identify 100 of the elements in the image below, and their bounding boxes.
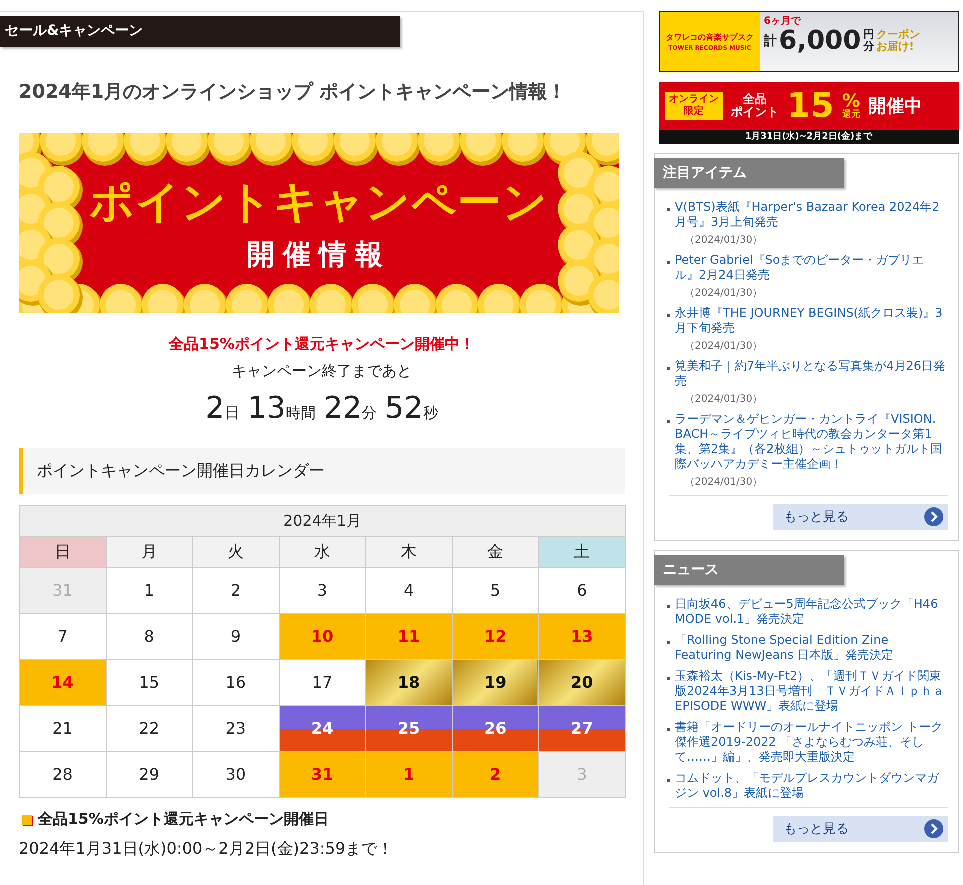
news-link[interactable]: Peter Gabriel『Soまでのピーター・ガブリエル』2月24日発売 [675, 253, 948, 283]
calendar-day: 28 [20, 752, 106, 798]
news-link[interactable]: V(BTS)表紙『Harper's Bazaar Korea 2024年2月号』3月上旬発売 [675, 200, 948, 230]
panel-title: ニュース [654, 555, 844, 585]
period-text: 2024年1月31日(水)0:00～2月2日(金)23:59まで！ [19, 839, 395, 860]
calendar-day: 14 [20, 660, 106, 706]
weekday-header: 水 [279, 536, 366, 568]
calendar-day: 31 [20, 568, 106, 614]
countdown-unit: 時間 [286, 404, 316, 423]
news-link[interactable]: 「Rolling Stone Special Edition Zine Featuring NewJeans 日本版」発売決定 [675, 633, 948, 663]
banner-brand: タワレコの音楽サブスク [666, 32, 754, 42]
weekday-header: 日 [20, 536, 106, 568]
bullet-icon [667, 728, 670, 731]
calendar-day: 8 [106, 614, 193, 660]
calendar-heading: ポイントキャンペーン開催日カレンダー [19, 448, 625, 494]
countdown-unit: 秒 [423, 404, 438, 423]
bullet-icon [667, 208, 670, 211]
calendar-day: 18 [366, 660, 452, 706]
section-header: セール&キャンペーン [0, 16, 400, 47]
calendar-day: 12 [452, 614, 539, 660]
banner-headline: ポイントキャンペーン [90, 176, 548, 230]
countdown-number: 52 [385, 391, 424, 426]
campaign-notice: 全品15%ポイント還元キャンペーン開催中！ [169, 335, 475, 354]
banner-text: お届け! [876, 41, 916, 53]
calendar-day: 6 [538, 568, 626, 614]
countdown-number: 2 [206, 391, 225, 426]
countdown-number: 22 [324, 391, 362, 426]
calendar-day: 13 [538, 614, 626, 660]
banner-tail: 開催中 [868, 95, 922, 118]
calendar-day: 23 [192, 706, 280, 752]
calendar-day: 29 [106, 752, 193, 798]
banner-prefix: 計 [764, 32, 777, 50]
calendar-day: 1 [366, 752, 452, 798]
page-title: 2024年1月のオンラインショップ ポイントキャンペーン情報！ [19, 80, 568, 105]
countdown-unit: 日 [224, 404, 240, 423]
item-date: （2024/01/30） [685, 340, 764, 353]
bullet-icon [667, 779, 670, 782]
item-date: （2024/01/30） [685, 476, 764, 489]
more-button[interactable]: もっと見る [773, 504, 948, 530]
bullet-icon [667, 314, 670, 317]
period-heading: 全品15%ポイント還元キャンペーン開催日 [38, 810, 329, 829]
calendar-day: 31 [279, 752, 366, 798]
calendar-day: 4 [366, 568, 452, 614]
weekday-header: 土 [538, 536, 626, 568]
banner-period: 1月31日(水)~2月2日(金)まで [659, 130, 959, 144]
bullet-icon [667, 261, 670, 264]
tag-text: 限定 [684, 106, 704, 118]
news-link[interactable]: コムドット、「モデルプレスカウントダウンマガジン vol.8」表紙に登場 [675, 771, 948, 801]
panel-title: 注目アイテム [654, 158, 844, 188]
bullet-icon [667, 367, 670, 370]
calendar-day: 21 [20, 706, 106, 752]
banner-unit: 円 [863, 29, 874, 41]
news-link[interactable]: 書籍「オードリーのオールナイトニッポン トーク傑作選2019-2022 「さよならむつみ荘、そして……」編」、発売即大重版決定 [675, 720, 948, 765]
weekday-header: 金 [452, 536, 539, 568]
calendar-day: 7 [20, 614, 106, 660]
banner-text: ポイント [731, 106, 779, 120]
countdown-unit: 分 [362, 404, 378, 423]
banner-text: 全品 [743, 92, 767, 106]
item-date: （2024/01/30） [685, 234, 764, 247]
countdown-number: 13 [248, 391, 286, 426]
news-link[interactable]: 永井博『THE JOURNEY BEGINS(紙クロス装)』3月下旬発売 [675, 306, 948, 336]
calendar-day: 22 [106, 706, 193, 752]
calendar-day: 17 [279, 660, 366, 706]
bullet-icon [667, 641, 670, 644]
percent-sign: % [842, 92, 860, 110]
calendar-day: 3 [538, 752, 626, 798]
calendar-month: 2024年1月 [20, 506, 626, 536]
calendar-day: 2 [192, 568, 280, 614]
banner-unit: 分 [863, 41, 874, 53]
calendar-day: 20 [538, 660, 626, 706]
calendar-day: 10 [279, 614, 366, 660]
calendar-day: 1 [106, 568, 193, 614]
weekday-header: 木 [366, 536, 452, 568]
news-link[interactable]: 玉森裕太（Kis-My-Ft2）、「週刊ＴＶガイド関東版2024年3月13日号増刊 ＴＶガイドＡｌｐｈａ EPISODE WWW」表紙に登場 [675, 669, 948, 714]
calendar-day: 3 [279, 568, 366, 614]
calendar-day: 25 [366, 706, 452, 752]
square-bullet-icon [22, 814, 32, 824]
news-link[interactable]: 筧美和子｜約7年半ぶりとなる写真集が4月26日発売 [675, 359, 948, 389]
news-link[interactable]: 日向坂46、デビュー5周年記念公式ブック「H46 MODE vol.1」発売決定 [675, 597, 948, 627]
banner-subline: 開催情報 [247, 236, 391, 272]
calendar-day: 30 [192, 752, 280, 798]
more-button[interactable]: もっと見る [773, 816, 948, 842]
bullet-icon [667, 605, 670, 608]
banner-lead: 6ヶ月で [764, 15, 802, 28]
calendar-day: 2 [452, 752, 539, 798]
item-date: （2024/01/30） [685, 393, 764, 406]
calendar-day: 16 [192, 660, 280, 706]
banner-percent-number: 15 [787, 89, 834, 123]
calendar-day: 11 [366, 614, 452, 660]
weekday-header: 火 [192, 536, 280, 568]
bullet-icon [667, 420, 670, 423]
bullet-icon [667, 677, 670, 680]
banner-amount: 6,000 [779, 28, 862, 54]
arrow-circle-icon [924, 507, 944, 527]
news-link[interactable]: ラーデマン＆ゲヒンガー・カントライ『VISION. BACH～ライプツィヒ時代の教会カンタータ第1集、第2集』（各2枚組）～シュトゥットガルト国際バッハアカデミー主催企画！ [675, 412, 948, 472]
calendar-day: 24 [279, 706, 366, 752]
calendar-day: 27 [538, 706, 626, 752]
tag-text: オンライン [669, 94, 719, 105]
weekday-header: 月 [106, 536, 193, 568]
calendar-day: 9 [192, 614, 280, 660]
